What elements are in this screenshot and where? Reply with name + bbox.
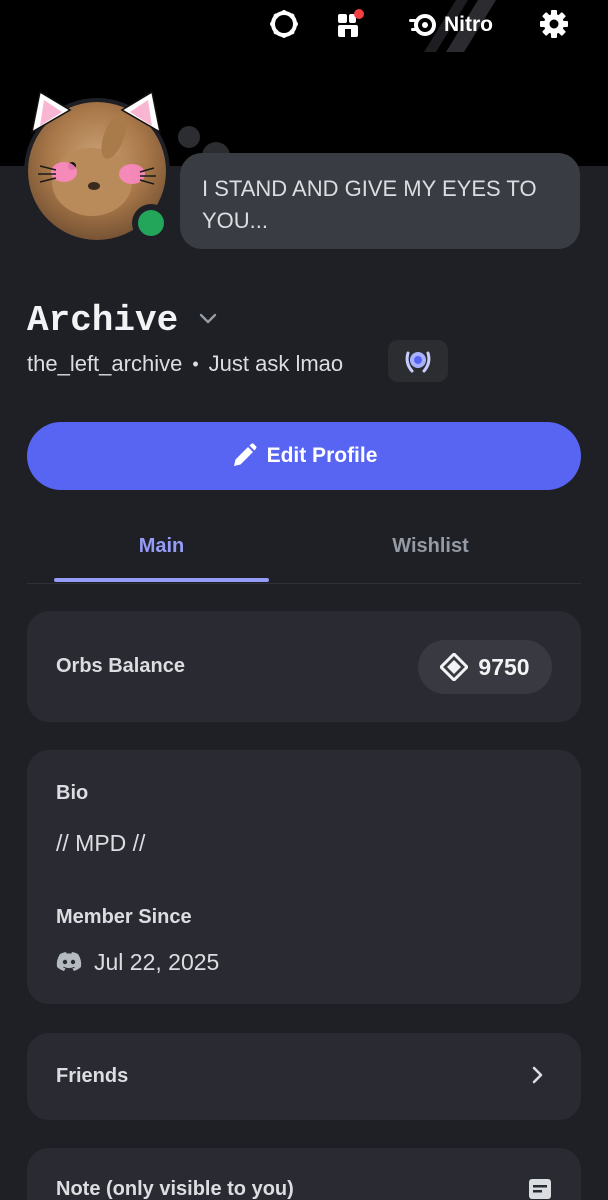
nitro-icon [409, 14, 436, 36]
bubble-tail-dot [178, 126, 200, 148]
status-bubble[interactable]: I STAND AND GIVE MY EYES TO YOU... [180, 153, 580, 249]
edit-profile-label: Edit Profile [266, 444, 378, 467]
member-since-date: Jul 22, 2025 [94, 948, 220, 975]
pronouns: Just ask lmao [208, 351, 344, 376]
about-card: Bio // MPD // Member Since Jul 22, 2025 [27, 750, 581, 1004]
profile-tabs: Main Wishlist [27, 516, 581, 584]
display-name[interactable]: Archive [27, 300, 178, 341]
tab-main[interactable]: Main [54, 516, 269, 576]
note-label: Note (only visible to you) [56, 1178, 294, 1200]
username-row: the_left_archive • Just ask lmao [27, 348, 343, 380]
online-status-indicator [138, 210, 164, 236]
member-since-label: Member Since [56, 906, 192, 928]
pencil-icon [233, 443, 257, 466]
nitro-label: Nitro [444, 13, 493, 36]
laurel-badge-icon [405, 351, 431, 373]
nitro-button[interactable]: Nitro [408, 9, 493, 41]
friends-row[interactable]: Friends [27, 1033, 581, 1120]
username: the_left_archive [27, 351, 183, 376]
quest-icon[interactable] [268, 8, 300, 40]
orbs-balance-pill[interactable]: 9750 [418, 640, 552, 694]
friends-label: Friends [56, 1065, 129, 1087]
bio-label: Bio [56, 782, 89, 804]
member-since-row: Jul 22, 2025 [56, 946, 219, 978]
chevron-down-icon[interactable] [196, 306, 220, 330]
separator: • [192, 353, 199, 374]
orbs-balance-label: Orbs Balance [56, 655, 185, 677]
orbs-balance-value: 9750 [478, 653, 530, 680]
avatar[interactable] [14, 88, 174, 244]
gear-icon[interactable] [538, 8, 570, 40]
bio-text: // MPD // [56, 830, 146, 856]
active-tab-indicator [54, 578, 269, 582]
edit-profile-button[interactable]: Edit Profile [27, 422, 581, 490]
discord-icon [56, 952, 82, 971]
tab-wishlist[interactable]: Wishlist [323, 516, 538, 576]
cat-ears-decoration [30, 90, 162, 134]
shop-icon[interactable] [334, 8, 366, 40]
note-icon [529, 1179, 551, 1199]
note-card[interactable]: Note (only visible to you) [27, 1148, 581, 1200]
orb-icon [440, 653, 469, 681]
chevron-right-icon [532, 1066, 543, 1084]
orbs-balance-card: Orbs Balance 9750 [27, 611, 581, 722]
top-toolbar: Nitro [0, 0, 608, 52]
profile-badge[interactable] [388, 340, 448, 382]
